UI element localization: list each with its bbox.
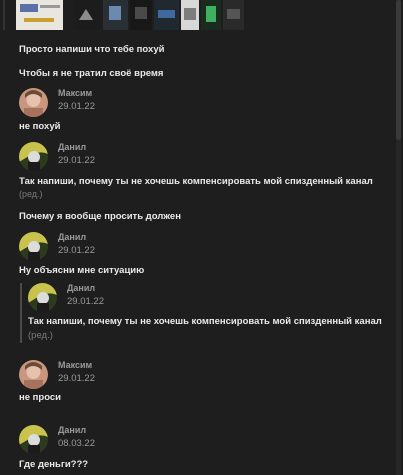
message-date: 29.01.22 (58, 245, 95, 256)
avatar[interactable] (19, 142, 48, 171)
edited-label: (ред.) (19, 189, 43, 199)
message-date: 29.01.22 (58, 155, 95, 166)
message-date: 29.01.22 (58, 101, 95, 112)
quote-bar (20, 283, 22, 343)
author-name[interactable]: Максим (58, 360, 92, 370)
message-text: Так напиши, почему ты не хочешь компенси… (19, 176, 373, 187)
message-date: 29.01.22 (58, 373, 95, 384)
message-text: не похуй (19, 121, 61, 132)
message-text: Просто напиши что тебе похуй (19, 44, 165, 55)
message-date: 29.01.22 (67, 296, 104, 307)
avatar[interactable] (19, 88, 48, 117)
avatar[interactable] (28, 283, 57, 312)
edited-label: (ред.) (28, 330, 53, 341)
message-text: Где деньги??? (19, 459, 89, 470)
message-text: Чтобы я не тратил своё время (19, 68, 164, 79)
image-attachments[interactable] (16, 0, 244, 30)
scrollbar-thumb[interactable] (396, 0, 401, 140)
message-text: Почему я вообще просить должен (19, 211, 181, 222)
author-name[interactable]: Данил (58, 142, 86, 152)
message-date: 08.03.22 (58, 438, 95, 449)
author-name[interactable]: Данил (58, 232, 86, 242)
scrollbar[interactable] (396, 0, 401, 475)
avatar[interactable] (19, 232, 48, 261)
author-name[interactable]: Данил (58, 425, 86, 435)
author-name[interactable]: Данил (67, 283, 95, 293)
message-text: Ну объясни мне ситуацию (19, 265, 145, 276)
avatar[interactable] (19, 360, 48, 389)
message-text: не проси (19, 392, 62, 403)
author-name[interactable]: Максим (58, 88, 92, 98)
image-thumbnails[interactable] (16, 0, 244, 30)
quoted-message-text: Так напиши, почему ты не хочешь компенси… (28, 316, 382, 327)
avatar[interactable] (19, 425, 48, 454)
thread-line (3, 0, 5, 30)
